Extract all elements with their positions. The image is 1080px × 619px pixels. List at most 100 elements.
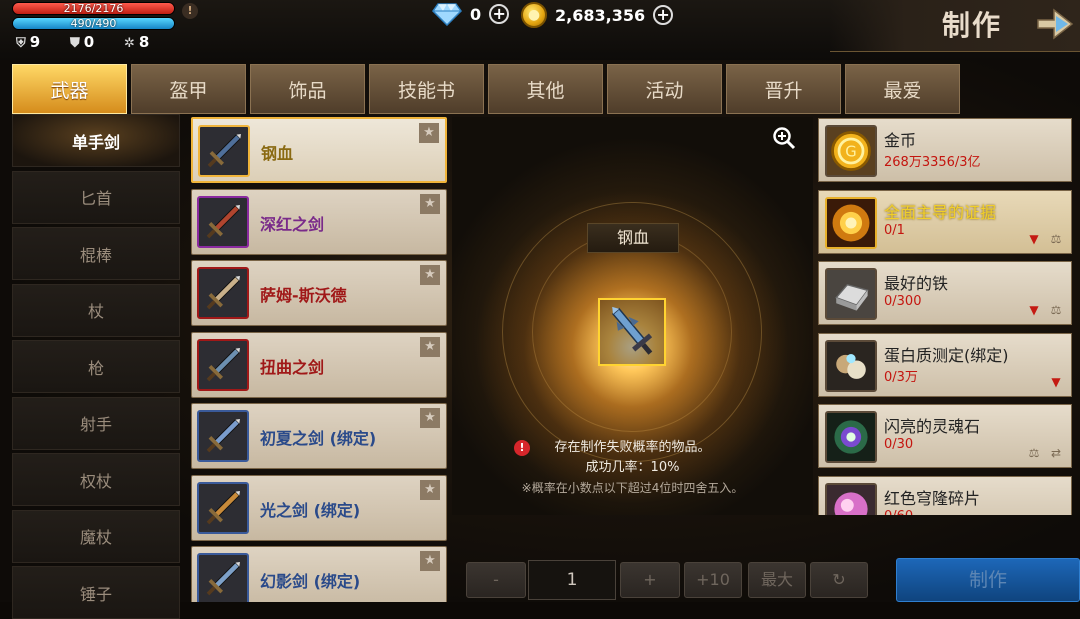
- cup-badge-icon: ▼: [1051, 374, 1061, 389]
- gold-coin-icon: G: [827, 127, 875, 175]
- subcategory-item[interactable]: 魔杖: [12, 509, 180, 563]
- iron-ingot-icon: [827, 270, 875, 318]
- material-badges: ▼: [1047, 374, 1065, 390]
- subcategory-item[interactable]: 匕首: [12, 170, 180, 224]
- stat-guard: ⛊ 0: [70, 33, 94, 51]
- tab-4[interactable]: 其他: [488, 64, 603, 114]
- favorite-star-icon[interactable]: ★: [420, 479, 440, 500]
- star-rune-icon: ✲: [124, 36, 135, 51]
- add-gems-button[interactable]: +: [489, 4, 510, 24]
- item-list: 钢血 ★ 深红之剑 ★ 萨姆-斯沃德 ★ 扭曲之剑 ★ 初夏之剑 (绑定) ★ 光之剑 (绑定) ★ 幻…: [191, 117, 447, 602]
- item-thumbnail: [197, 338, 249, 391]
- material-name: 全面主导的证据: [884, 202, 997, 222]
- item-preview-panel: 钢血 ! 存在制作失败概率的物品。 成功几率：10% ※概率在小数点以下超过4位…: [452, 117, 813, 517]
- plus-ten-button[interactable]: +10: [684, 562, 742, 598]
- item-row[interactable]: 幻影剑 (绑定) ★: [191, 546, 447, 602]
- refresh-icon: ↻: [832, 570, 846, 589]
- sword-icon: [206, 204, 240, 238]
- tab-6[interactable]: 晋升: [726, 64, 841, 114]
- material-count: 0/60: [884, 509, 913, 516]
- favorite-star-icon[interactable]: ★: [420, 193, 440, 214]
- material-badges: ▼ ⚖: [1025, 302, 1065, 318]
- guard-icon: ⛊: [70, 36, 80, 51]
- selected-item-name: 钢血: [587, 223, 679, 253]
- gold-count: 2,683,356: [555, 5, 646, 25]
- alert-icon[interactable]: !: [182, 3, 198, 19]
- quantity-field[interactable]: 1: [528, 560, 616, 600]
- item-name: 深红之剑: [260, 214, 325, 234]
- material-row[interactable]: G 金币 268万3356/3亿: [818, 118, 1072, 182]
- page-title: 制作: [942, 9, 1003, 42]
- item-row[interactable]: 萨姆-斯沃德 ★: [191, 260, 447, 326]
- diamond-icon: [432, 3, 462, 26]
- favorite-star-icon[interactable]: ★: [419, 123, 439, 143]
- item-thumbnail: [197, 195, 249, 248]
- item-row[interactable]: 光之剑 (绑定) ★: [191, 474, 447, 541]
- material-icon-frame: G: [825, 125, 877, 177]
- material-list: G 金币 268万3356/3亿 全面主导的证据 0/1 ▼ ⚖ 最好的铁 0/300 ▼ ⚖ 蛋白质…: [818, 118, 1072, 515]
- cup-badge-icon: ▼: [1029, 231, 1039, 246]
- decrease-button[interactable]: -: [466, 562, 526, 598]
- material-row[interactable]: 全面主导的证据 0/1 ▼ ⚖: [818, 189, 1072, 254]
- tab-5[interactable]: 活动: [607, 64, 722, 114]
- material-row[interactable]: 最好的铁 0/300 ▼ ⚖: [818, 261, 1072, 325]
- material-row[interactable]: 红色穹隆碎片0/60: [818, 475, 1072, 516]
- sword-icon: [206, 562, 240, 596]
- sword-icon: [611, 306, 653, 355]
- add-gold-button[interactable]: +: [653, 5, 674, 25]
- material-row[interactable]: 蛋白质测定(绑定) 0/3万 ▼: [818, 332, 1072, 397]
- item-thumbnail: [197, 553, 249, 602]
- item-name: 初夏之剑 (绑定): [260, 429, 377, 448]
- material-count: 0/30: [884, 437, 914, 452]
- item-row[interactable]: 深红之剑 ★: [191, 188, 447, 255]
- cup-badge-icon: ▼: [1029, 303, 1039, 317]
- subcategory-item[interactable]: 锤子: [12, 566, 180, 619]
- stat-guard-value: 0: [83, 33, 95, 51]
- favorite-star-icon[interactable]: ★: [420, 408, 440, 428]
- hp-text: 2176/2176: [63, 2, 124, 15]
- gem-currency: 0 +: [432, 2, 510, 26]
- zoom-in-icon[interactable]: [772, 126, 796, 150]
- mp-text: 490/490: [70, 17, 117, 30]
- subcategory-item[interactable]: 枪: [12, 340, 180, 393]
- favorite-star-icon[interactable]: ★: [420, 551, 440, 571]
- tab-3[interactable]: 技能书: [369, 64, 484, 114]
- sword-icon: [206, 276, 240, 310]
- craft-button[interactable]: 制作: [896, 558, 1080, 602]
- gold-coin-icon: ●: [521, 2, 547, 28]
- item-name: 扭曲之剑: [260, 357, 325, 377]
- stat-shield-value: 9: [29, 33, 41, 51]
- craft-controls: - 1 + +10 最大 ↻ 制作: [452, 548, 1080, 602]
- favorite-star-icon[interactable]: ★: [420, 336, 440, 357]
- tab-0[interactable]: 武器: [12, 64, 127, 114]
- material-row[interactable]: 闪亮的灵魂石 0/30 ⚖ ⇄: [818, 404, 1072, 468]
- item-row[interactable]: 扭曲之剑 ★: [191, 331, 447, 398]
- max-button[interactable]: 最大: [748, 562, 806, 598]
- item-name: 幻影剑 (绑定): [260, 572, 361, 591]
- material-name: 金币: [884, 131, 917, 150]
- dome-shard-icon: [827, 484, 875, 515]
- subcategory-item[interactable]: 权杖: [12, 453, 180, 506]
- material-name: 最好的铁: [884, 274, 949, 293]
- increase-button[interactable]: +: [620, 562, 680, 598]
- tab-2[interactable]: 饰品: [250, 64, 365, 114]
- mp-bar: 490/490: [12, 17, 175, 30]
- item-row[interactable]: 钢血 ★: [191, 117, 447, 183]
- subcategory-item[interactable]: 杖: [12, 283, 180, 337]
- swap-badge-icon: ⇄: [1050, 446, 1062, 460]
- reset-button[interactable]: ↻: [810, 562, 868, 598]
- subcategory-item[interactable]: 棍棒: [12, 227, 180, 280]
- item-thumbnail: [198, 125, 250, 177]
- back-arrow-icon[interactable]: [1034, 6, 1074, 42]
- scale-badge-icon: ⚖: [1050, 303, 1062, 317]
- favorite-star-icon[interactable]: ★: [420, 265, 440, 285]
- soul-stone-icon: [827, 413, 875, 461]
- subcategory-item[interactable]: 射手: [12, 396, 180, 450]
- tab-1[interactable]: 盔甲: [131, 64, 246, 114]
- tab-7[interactable]: 最爱: [845, 64, 960, 114]
- selected-item-thumbnail: [598, 298, 666, 366]
- material-icon-frame: [825, 411, 877, 463]
- header-title-banner: 制作: [830, 0, 1080, 52]
- item-row[interactable]: 初夏之剑 (绑定) ★: [191, 403, 447, 469]
- subcategory-item[interactable]: 单手剑: [12, 114, 180, 167]
